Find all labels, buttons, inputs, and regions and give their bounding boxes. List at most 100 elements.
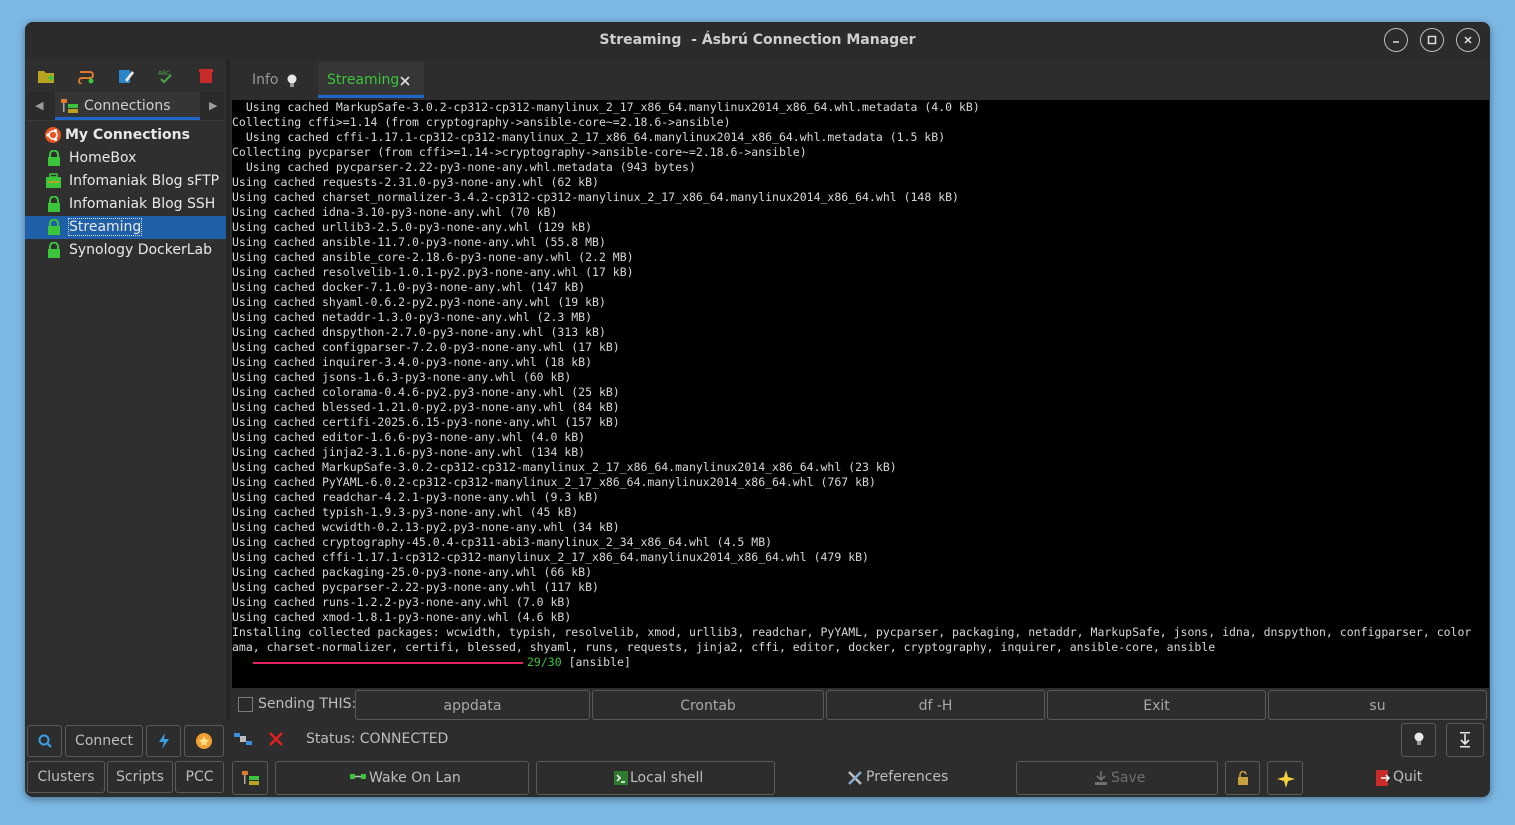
terminal-line: Using cached MarkupSafe-3.0.2-cp312-cp31… (232, 100, 980, 114)
show-tree-button[interactable] (232, 761, 268, 795)
send-appdata-button[interactable]: appdata (355, 690, 590, 720)
tree-item-infomaniak-sftp[interactable]: Infomaniak Blog sFTP (25, 170, 226, 193)
terminal-line: Using cached colorama-0.4.6-py2.py3-none… (232, 385, 620, 399)
preferences-button[interactable]: Preferences (847, 769, 948, 785)
terminal-line: Using cached wcwidth-0.2.13-py2.py3-none… (232, 520, 620, 534)
send-df-button[interactable]: df -H (826, 690, 1045, 720)
lock-icon (48, 150, 60, 166)
add-connection-icon[interactable] (77, 68, 95, 84)
terminal-line: Using cached certifi-2025.6.15-py3-none-… (232, 415, 620, 429)
terminal-line: Using cached charset_normalizer-3.4.2-cp… (232, 190, 959, 204)
window-title: Streaming - Ásbrú Connection Manager (599, 32, 916, 48)
pcc-button[interactable]: PCC (175, 761, 224, 793)
progress-count: 29/30 (527, 655, 562, 669)
terminal-icon (614, 771, 628, 785)
tab-info-label: Info (252, 72, 279, 88)
terminal-line: Using cached jinja2-3.1.6-py3-none-any.w… (232, 445, 586, 459)
terminal-line: Using cached dnspython-2.7.0-py3-none-an… (232, 325, 606, 339)
tree-item-streaming[interactable]: Streaming (25, 216, 226, 239)
tab-streaming-label: Streaming (327, 72, 400, 88)
connection-status: Status: CONNECTED (306, 731, 449, 747)
tab-active-indicator (318, 95, 424, 98)
tab-streaming[interactable]: Streaming (318, 62, 424, 98)
close-tab-icon[interactable] (400, 76, 410, 86)
sidebar: ABC ◀ Connections ▶ My Connections HomeB… (25, 60, 226, 720)
favourites-button[interactable] (184, 725, 224, 757)
minimize-icon (1393, 41, 1399, 43)
terminal-output[interactable]: Using cached MarkupSafe-3.0.2-cp312-cp31… (232, 100, 1489, 688)
wake-on-lan-label: Wake On Lan (369, 770, 461, 786)
scripts-button[interactable]: Scripts (107, 761, 173, 793)
lightbulb-icon (287, 74, 297, 87)
scroll-to-bottom-button[interactable] (1446, 723, 1484, 757)
add-folder-icon[interactable] (37, 68, 55, 84)
title-bar: Streaming - Ásbrú Connection Manager (25, 22, 1490, 60)
terminal-progress-line: 29/30 [ansible] (232, 655, 1489, 670)
satellite-icon (234, 733, 252, 745)
edit-icon[interactable] (117, 68, 135, 84)
tab-scroll-right-icon[interactable]: ▶ (209, 99, 217, 112)
progress-bar (253, 662, 523, 664)
send-crontab-button[interactable]: Crontab (592, 690, 824, 720)
send-su-button[interactable]: su (1268, 690, 1487, 720)
progress-label: [ansible] (568, 655, 631, 669)
tree-root-my-connections[interactable]: My Connections (25, 124, 226, 147)
tree-item-homebox[interactable]: HomeBox (25, 147, 226, 170)
quick-connect-button[interactable] (146, 725, 181, 757)
sending-this-checkbox[interactable] (238, 697, 253, 712)
favourite-star-icon (196, 733, 212, 749)
lock-icon (48, 219, 60, 235)
tab-active-indicator (55, 117, 200, 120)
unlock-icon (1238, 771, 1248, 785)
maximize-button[interactable] (1420, 28, 1444, 52)
lock-screen-button[interactable] (1225, 761, 1260, 795)
terminal-line: Using cached shyaml-0.6.2-py2.py3-none-a… (232, 295, 606, 309)
connections-tree-icon (242, 771, 259, 785)
terminal-line: Using cached resolvelib-1.0.1-py2.py3-no… (232, 265, 634, 279)
connect-button[interactable]: Connect (65, 725, 143, 757)
search-button[interactable] (27, 725, 62, 757)
rename-icon[interactable]: ABC (157, 68, 175, 84)
terminal-line: Using cached configparser-7.2.0-py3-none… (232, 340, 620, 354)
quit-label: Quit (1393, 769, 1423, 785)
lightning-icon (159, 733, 169, 749)
send-exit-button[interactable]: Exit (1047, 690, 1266, 720)
lock-icon (48, 196, 60, 212)
info-toggle-button[interactable] (1401, 723, 1436, 757)
local-shell-button[interactable]: Local shell (536, 761, 775, 795)
terminal-line: Using cached editor-1.6.6-py3-none-any.w… (232, 430, 586, 444)
close-window-button[interactable] (1456, 28, 1480, 52)
tree-root-label: My Connections (65, 127, 190, 143)
download-save-icon (1095, 771, 1107, 785)
tree-item-label: Infomaniak Blog sFTP (69, 173, 220, 189)
terminal-lines: Using cached MarkupSafe-3.0.2-cp312-cp31… (232, 100, 1489, 655)
sidebar-toolbar: ABC (25, 64, 226, 86)
tree-item-infomaniak-ssh[interactable]: Infomaniak Blog SSH (25, 193, 226, 216)
terminal-line: Using cached ansible-11.7.0-py3-none-any… (232, 235, 606, 249)
terminal-line: ama, charset-normalizer, certifi, blesse… (232, 640, 1216, 654)
terminal-line: Using cached PyYAML-6.0.2-cp312-cp312-ma… (232, 475, 876, 489)
tab-info[interactable]: Info (232, 62, 316, 98)
wake-on-lan-button[interactable]: Wake On Lan (275, 761, 529, 795)
sparkle-button[interactable] (1267, 761, 1303, 795)
terminal-line: Using cached cryptography-45.0.4-cp311-a… (232, 535, 773, 549)
tree-item-synology-dockerlab[interactable]: Synology DockerLab (25, 239, 226, 262)
save-button[interactable]: Save (1016, 761, 1218, 795)
terminal-line: Using cached jsons-1.6.3-py3-none-any.wh… (232, 370, 572, 384)
terminal-line: Using cached blessed-1.21.0-py2.py3-none… (232, 400, 620, 414)
terminal-line: Using cached netaddr-1.3.0-py3-none-any.… (232, 310, 593, 324)
minimize-button[interactable] (1384, 28, 1408, 52)
tree-item-label: Infomaniak Blog SSH (69, 196, 216, 212)
tab-connections[interactable]: Connections (55, 92, 200, 120)
terminal-line: Collecting pycparser (from cffi>=1.14->c… (232, 145, 807, 159)
terminal-line: Using cached idna-3.10-py3-none-any.whl … (232, 205, 558, 219)
quit-button[interactable]: Quit (1376, 769, 1423, 786)
terminal-line: Using cached pycparser-2.22-py3-none-any… (232, 160, 696, 174)
lightbulb-icon (1414, 732, 1424, 745)
clusters-button[interactable]: Clusters (27, 761, 105, 793)
delete-icon[interactable] (197, 68, 215, 84)
disconnected-icon (269, 732, 283, 746)
close-icon (1464, 36, 1472, 44)
tab-scroll-left-icon[interactable]: ◀ (35, 99, 43, 112)
sftp-icon (46, 173, 61, 188)
